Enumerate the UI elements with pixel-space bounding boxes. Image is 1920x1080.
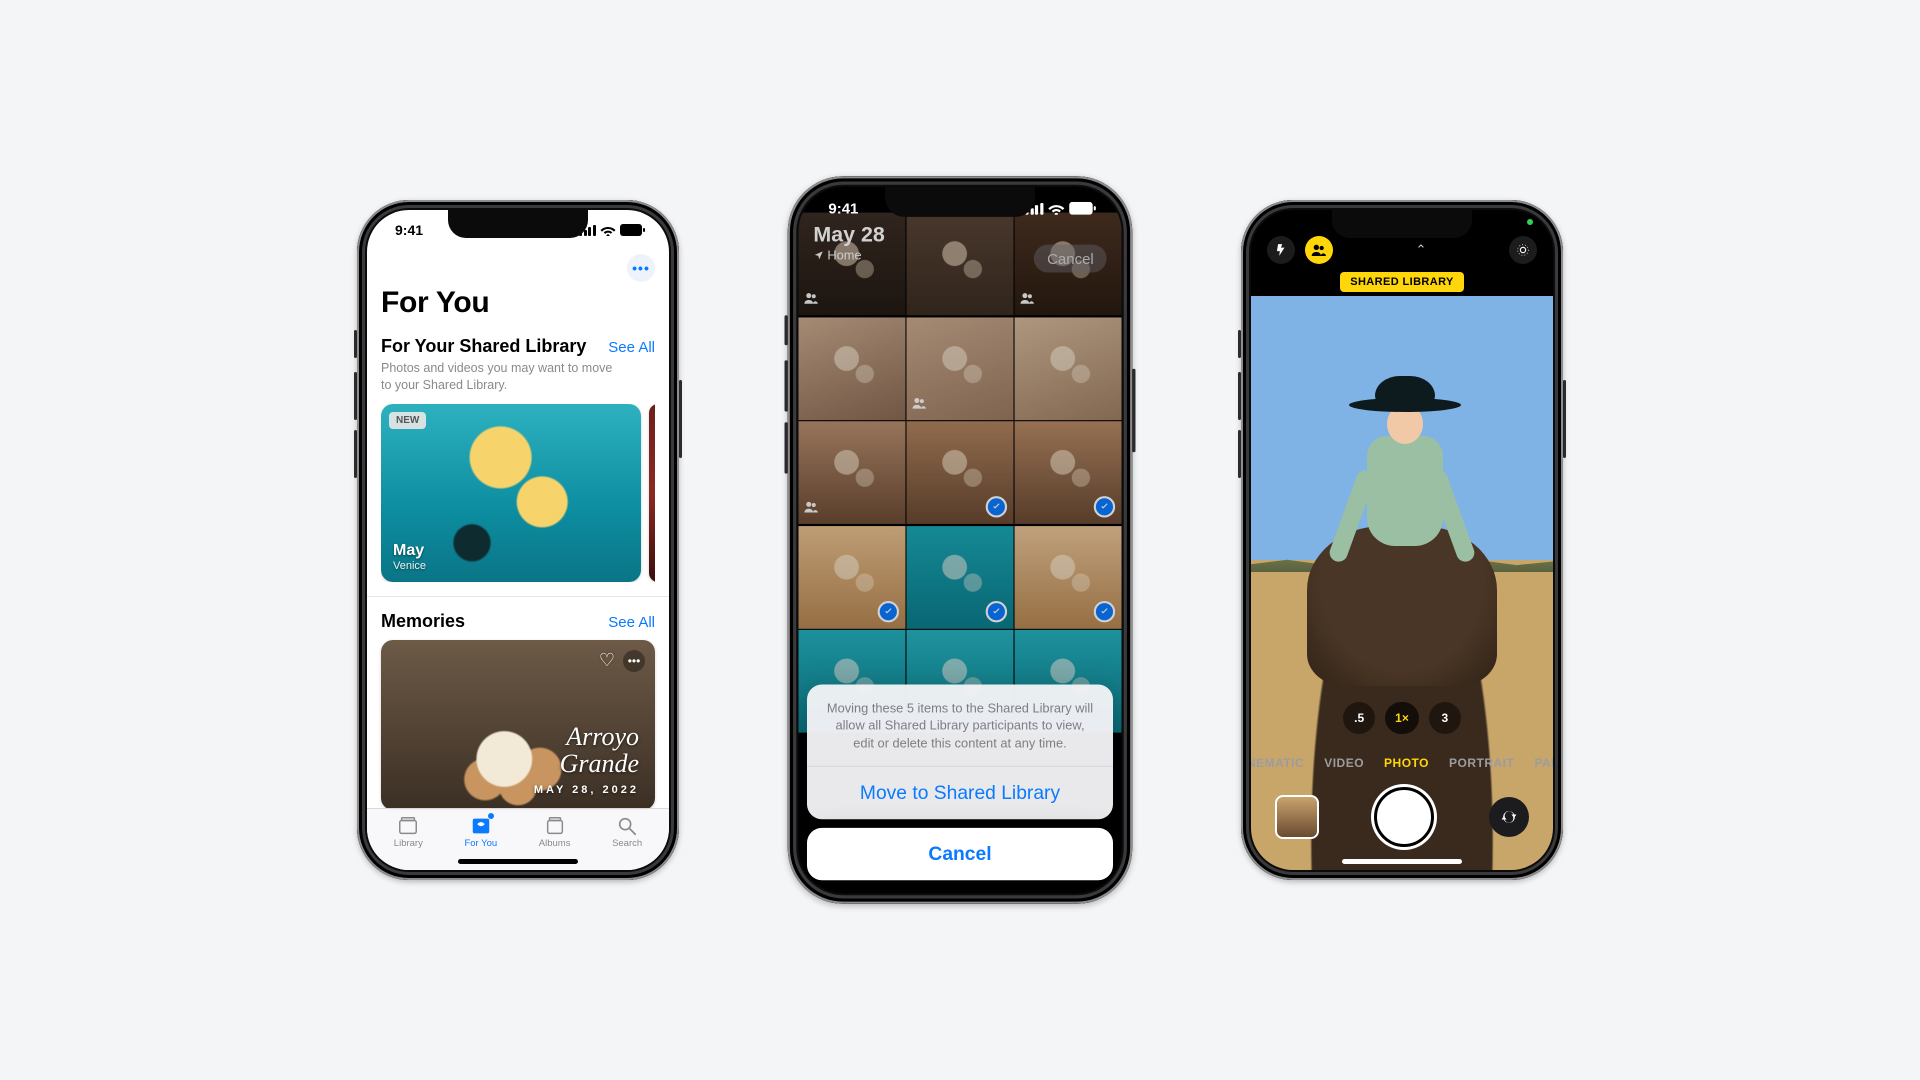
albums-icon [543, 815, 567, 837]
notch [1332, 210, 1472, 238]
search-icon [615, 815, 639, 837]
divider [367, 596, 669, 597]
card-subtitle: Venice [393, 560, 426, 572]
switch-camera-icon [1499, 807, 1519, 827]
home-indicator[interactable] [458, 859, 578, 864]
home-indicator[interactable] [896, 881, 1024, 886]
move-to-shared-library-button[interactable]: Move to Shared Library [807, 767, 1113, 819]
battery-icon [620, 224, 645, 236]
camera-privacy-indicator [1527, 219, 1533, 225]
mode-photo[interactable]: PHOTO [1384, 756, 1429, 770]
mode-video[interactable]: VIDEO [1324, 756, 1364, 770]
mode-pano[interactable]: PANO [1534, 756, 1553, 770]
flash-icon [1274, 243, 1288, 257]
last-photo-thumbnail[interactable] [1275, 795, 1319, 839]
memory-more-button[interactable]: ••• [623, 650, 645, 672]
tab-for-you[interactable]: For You [464, 815, 497, 849]
wifi-icon [600, 224, 616, 236]
tab-library[interactable]: Library [394, 815, 423, 849]
zoom-3[interactable]: 3 [1429, 702, 1461, 734]
shared-suggestion-card-next[interactable] [649, 404, 655, 582]
memory-title-line1: Arroyo [534, 723, 639, 750]
tab-search[interactable]: Search [612, 815, 642, 849]
people-icon [1311, 243, 1327, 257]
battery-icon [1069, 202, 1096, 215]
memories-see-all-link[interactable]: See All [608, 614, 655, 631]
shared-section-title: For Your Shared Library [381, 336, 586, 357]
home-indicator[interactable] [1342, 859, 1462, 864]
status-indicators [1025, 202, 1096, 215]
zoom-0-5[interactable]: .5 [1343, 702, 1375, 734]
switch-camera-button[interactable] [1489, 797, 1529, 837]
phone-camera: ⌃ SHARED LIBRARY [1241, 200, 1563, 880]
tab-library-label: Library [394, 838, 423, 849]
status-indicators [579, 224, 645, 236]
action-sheet: Moving these 5 items to the Shared Libra… [807, 684, 1113, 880]
live-photo-icon [1515, 242, 1531, 258]
viewfinder-subject [1317, 376, 1487, 676]
more-button[interactable]: ••• [627, 254, 655, 282]
notch [448, 210, 588, 238]
status-time: 9:41 [828, 200, 858, 217]
favorite-icon[interactable]: ♡ [599, 650, 615, 672]
shared-see-all-link[interactable]: See All [608, 339, 655, 356]
memory-title-line2: Grande [534, 750, 639, 777]
status-time: 9:41 [395, 222, 423, 238]
phone-photo-grid: 9:41 May 28 Home Cancel Movin [788, 176, 1133, 904]
tab-for-you-label: For You [464, 838, 497, 849]
camera-controls-expand[interactable]: ⌃ [1416, 242, 1427, 258]
phone-photos-for-you: 9:41 ••• For You For Your Shared Library… [357, 200, 679, 880]
mode-portrait[interactable]: PORTRAIT [1449, 756, 1514, 770]
shared-section-description: Photos and videos you may want to move t… [381, 360, 621, 394]
page-title: For You [381, 286, 655, 320]
shared-library-label: SHARED LIBRARY [1340, 272, 1464, 292]
tab-albums-label: Albums [539, 838, 571, 849]
card-title: May [393, 542, 426, 560]
tab-albums[interactable]: Albums [539, 815, 571, 849]
shutter-button[interactable] [1371, 784, 1437, 850]
wifi-icon [1048, 202, 1065, 215]
memories-section-title: Memories [381, 611, 465, 632]
library-icon [396, 815, 420, 837]
memory-date: MAY 28, 2022 [534, 784, 639, 796]
zoom-controls: .5 1× 3 [1251, 702, 1553, 734]
new-badge: NEW [389, 412, 426, 429]
zoom-1x[interactable]: 1× [1385, 702, 1419, 734]
shared-suggestion-card[interactable]: NEW May Venice [381, 404, 641, 582]
mode-cinematic[interactable]: CINEMATIC [1251, 756, 1304, 770]
sheet-message: Moving these 5 items to the Shared Libra… [807, 684, 1113, 766]
notch [885, 187, 1035, 217]
sheet-cancel-button[interactable]: Cancel [807, 828, 1113, 880]
camera-modes[interactable]: CINEMATIC VIDEO PHOTO PORTRAIT PANO [1251, 756, 1553, 770]
memory-card[interactable]: ♡ ••• Arroyo Grande MAY 28, 2022 [381, 640, 655, 810]
tab-search-label: Search [612, 838, 642, 849]
